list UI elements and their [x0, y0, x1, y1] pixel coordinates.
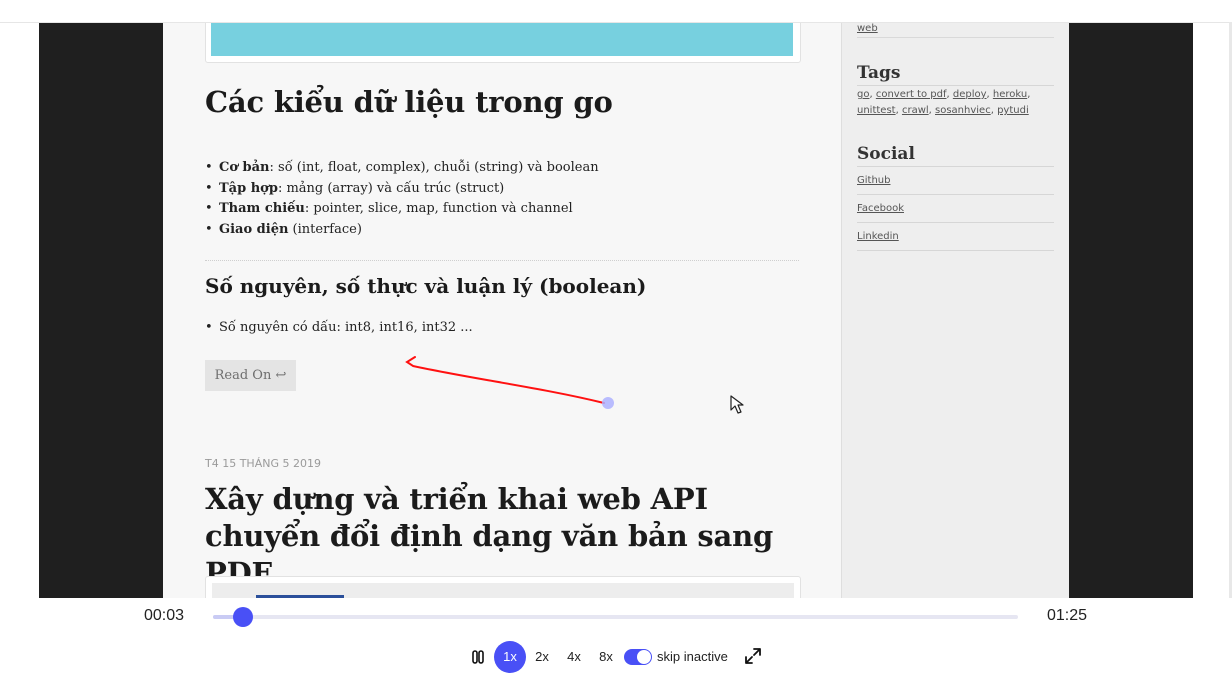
speed-1x-button[interactable]: 1x [494, 641, 526, 673]
skip-inactive-toggle[interactable] [624, 649, 652, 665]
skip-inactive-label: skip inactive [657, 649, 728, 664]
fullscreen-icon[interactable] [744, 647, 762, 665]
pause-icon[interactable] [469, 649, 487, 665]
click-indicator [602, 397, 614, 409]
speed-8x-button[interactable]: 8x [596, 646, 616, 668]
current-time: 00:03 [144, 607, 185, 624]
mouse-trail [405, 356, 614, 409]
progress-handle[interactable] [232, 607, 253, 627]
total-time: 01:25 [1047, 607, 1088, 624]
speed-4x-button[interactable]: 4x [564, 646, 584, 668]
toggle-knob [637, 650, 651, 664]
speed-2x-button[interactable]: 2x [532, 646, 552, 668]
player-controls: 00:03 01:25 1x 2x 4x 8x skip inactive [0, 598, 1232, 678]
top-bar [0, 0, 1232, 23]
blog-page: Các kiểu dữ liệu trong go Cơ bản: số (in… [163, 23, 1069, 598]
cursor-icon [730, 395, 744, 414]
replay-viewport: Các kiểu dữ liệu trong go Cơ bản: số (in… [39, 23, 1193, 598]
progress-track[interactable] [213, 615, 1018, 619]
